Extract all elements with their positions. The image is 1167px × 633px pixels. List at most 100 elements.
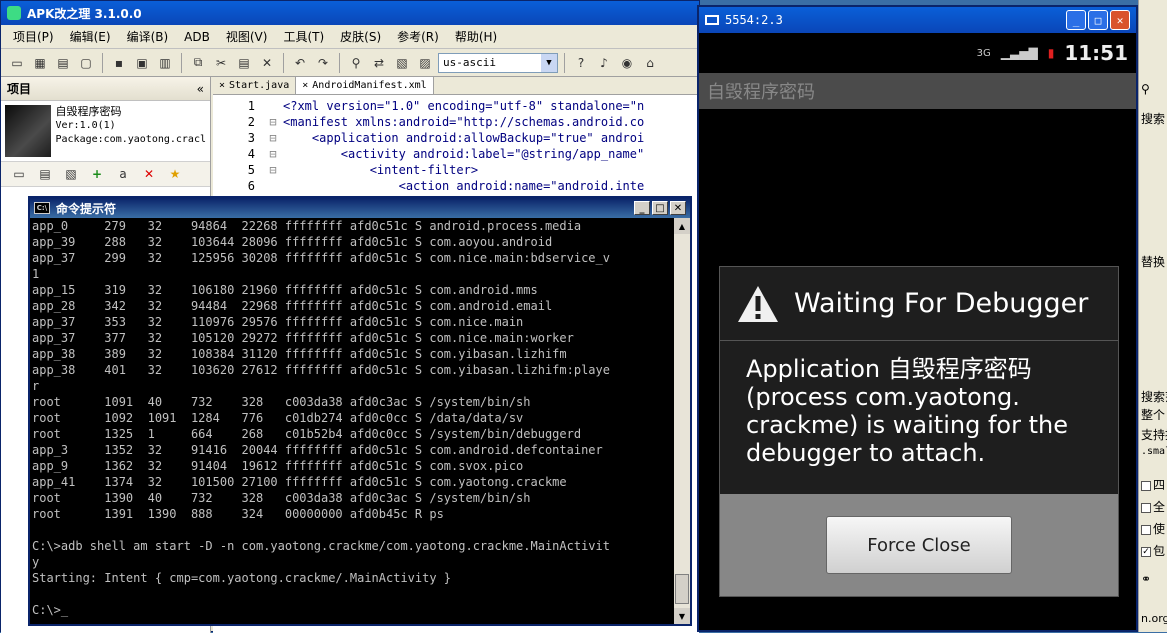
microphone-icon[interactable]: ♪ (594, 53, 614, 73)
project-package: Package:com.yaotong.cracl (55, 134, 206, 145)
save-as-icon[interactable]: ▥ (155, 53, 175, 73)
terminal-line: app_41 1374 32 101500 27100 ffffffff afd… (32, 475, 567, 489)
new-icon[interactable]: ▭ (9, 164, 29, 184)
code-area[interactable]: 1 <?xml version="1.0" encoding="utf-8" st… (213, 95, 699, 195)
apk-menubar: 项目(P) 编辑(E) 编译(B) ADB 视图(V) 工具(T) 皮肤(S) … (1, 25, 699, 49)
signal-icon: ▁▃▅▇ (1000, 46, 1038, 60)
open-icon[interactable]: ▤ (53, 53, 73, 73)
toolbar-separator (181, 52, 182, 73)
chevron-down-icon[interactable]: ▼ (541, 53, 557, 72)
support-label: 支持控 (1141, 428, 1167, 442)
remove-icon[interactable]: ✕ (139, 164, 159, 184)
scroll-down-icon[interactable]: ▼ (674, 608, 690, 624)
add-icon[interactable]: + (87, 164, 107, 184)
project-panel-toolbar: ▭ ▤ ▧ + a ✕ ★ (1, 161, 210, 187)
force-close-button[interactable]: Force Close (826, 516, 1012, 574)
cut-icon[interactable]: ✂ (211, 53, 231, 73)
menu-reference[interactable]: 参考(R) (389, 26, 447, 47)
menu-edit[interactable]: 编辑(E) (62, 26, 119, 47)
save-all-icon[interactable]: ▣ (132, 53, 152, 73)
apk-window-titlebar[interactable]: APK改之理 3.1.0.0 (1, 1, 699, 25)
replace-icon[interactable]: ⇄ (369, 53, 389, 73)
scroll-thumb[interactable] (675, 574, 689, 604)
app-thumbnail (5, 105, 52, 157)
open-folder-icon[interactable]: ▤ (35, 164, 55, 184)
copy-icon[interactable]: ⧉ (188, 53, 208, 73)
find-next-icon[interactable]: ▧ (392, 53, 412, 73)
cmd-scrollbar[interactable]: ▲ ▼ (674, 218, 690, 624)
help-icon[interactable]: ? (571, 53, 591, 73)
dialog-footer: Force Close (720, 494, 1118, 596)
option-checkbox[interactable]: 使 (1141, 520, 1165, 537)
cmd-icon: C:\ (34, 202, 50, 214)
cmd-titlebar[interactable]: C:\ 命令提示符 _ □ ✕ (30, 198, 690, 218)
terminal-line: app_3 1352 32 91416 20044 ffffffff afd0c… (32, 443, 603, 457)
encoding-select[interactable]: us-ascii ▼ (438, 52, 558, 73)
goto-icon[interactable]: ▨ (415, 53, 435, 73)
favorite-icon[interactable]: ★ (165, 164, 185, 184)
menu-project[interactable]: 项目(P) (5, 26, 62, 47)
search-tab[interactable]: 搜索 (1141, 110, 1165, 127)
menu-view[interactable]: 视图(V) (218, 26, 276, 47)
maximize-button[interactable]: □ (1088, 10, 1108, 30)
project-panel-header: 项目 « (1, 77, 210, 101)
undo-icon[interactable]: ↶ (290, 53, 310, 73)
find-icon[interactable]: ⚲ (346, 53, 366, 73)
android-statusbar: 3G ▁▃▅▇ ▮ 11:51 (699, 33, 1136, 73)
menu-help[interactable]: 帮助(H) (447, 26, 505, 47)
menu-build[interactable]: 编译(B) (119, 26, 177, 47)
terminal-line: root 1325 1 664 268 c01b52b4 afd0c0cc S … (32, 427, 582, 441)
menu-adb[interactable]: ADB (176, 28, 218, 46)
close-button[interactable]: ✕ (670, 201, 686, 215)
cmd-output[interactable]: app_0 279 32 94864 22268 ffffffff afd0c5… (30, 218, 674, 624)
filter-input[interactable]: .smal (1141, 446, 1167, 457)
scroll-up-icon[interactable]: ▲ (674, 218, 690, 234)
search-icon[interactable]: ⚲ (1141, 82, 1150, 96)
paste-icon[interactable]: ▤ (234, 53, 254, 73)
command-prompt-window[interactable]: C:\ 命令提示符 _ □ ✕ app_0 279 32 94864 22268… (28, 196, 692, 626)
option-checkbox[interactable]: 四 (1141, 476, 1165, 493)
editor-tabs: × Start.java × AndroidManifest.xml (213, 77, 699, 95)
close-icon[interactable]: × (219, 80, 225, 91)
collapse-icon[interactable]: « (197, 82, 204, 96)
binoculars-icon[interactable]: ⚭ (1141, 572, 1151, 586)
rename-icon[interactable]: a (113, 164, 133, 184)
menu-skin[interactable]: 皮肤(S) (332, 26, 389, 47)
terminal-line: Starting: Intent { cmp=com.yaotong.crack… (32, 571, 452, 585)
terminal-line: app_0 279 32 94864 22268 ffffffff afd0c5… (32, 219, 582, 233)
terminal-line: app_37 299 32 125956 30208 ffffffff afd0… (32, 251, 610, 265)
status-time: 11:51 (1064, 41, 1128, 65)
option-checkbox[interactable]: 全 (1141, 498, 1165, 515)
project-info[interactable]: 自毁程序密码 Ver:1.0(1) Package:com.yaotong.cr… (1, 101, 210, 161)
close-button[interactable]: ✕ (1110, 10, 1130, 30)
replace-tab[interactable]: 替换 (1141, 253, 1165, 270)
close-icon[interactable]: × (302, 80, 308, 91)
home-icon[interactable]: ⌂ (640, 53, 660, 73)
terminal-line: C:\>_ (32, 603, 69, 617)
terminal-line: app_39 288 32 103644 28096 ffffffff afd0… (32, 235, 553, 249)
option-checkbox[interactable]: ✓ 包 (1141, 542, 1165, 559)
new-file-icon[interactable]: ▭ (7, 53, 27, 73)
minimize-button[interactable]: _ (634, 201, 650, 215)
dialog-title: Waiting For Debugger (794, 288, 1089, 319)
menu-tools[interactable]: 工具(T) (275, 26, 332, 47)
window-controls: _ □ ✕ (634, 201, 686, 215)
toolbar-separator (283, 52, 284, 73)
close-file-icon[interactable]: ▢ (76, 53, 96, 73)
terminal-line: y (32, 555, 40, 569)
maximize-button[interactable]: □ (652, 201, 668, 215)
minimize-button[interactable]: _ (1066, 10, 1086, 30)
grid-icon[interactable]: ▦ (30, 53, 50, 73)
delete-icon[interactable]: ✕ (257, 53, 277, 73)
battery-icon: ▮ (1047, 46, 1055, 60)
tab-android-manifest[interactable]: × AndroidManifest.xml (296, 77, 434, 94)
emulator-titlebar[interactable]: 5554:2.3 _ □ ✕ (699, 7, 1136, 33)
weibo-icon[interactable]: ◉ (617, 53, 637, 73)
redo-icon[interactable]: ↷ (313, 53, 333, 73)
search-scope-label: 搜索范 (1141, 390, 1167, 404)
refresh-icon[interactable]: ▧ (61, 164, 81, 184)
tab-start-java[interactable]: × Start.java (213, 77, 297, 94)
project-details: 自毁程序密码 Ver:1.0(1) Package:com.yaotong.cr… (55, 105, 206, 157)
toolbar-separator (339, 52, 340, 73)
save-icon[interactable]: ▪ (109, 53, 129, 73)
